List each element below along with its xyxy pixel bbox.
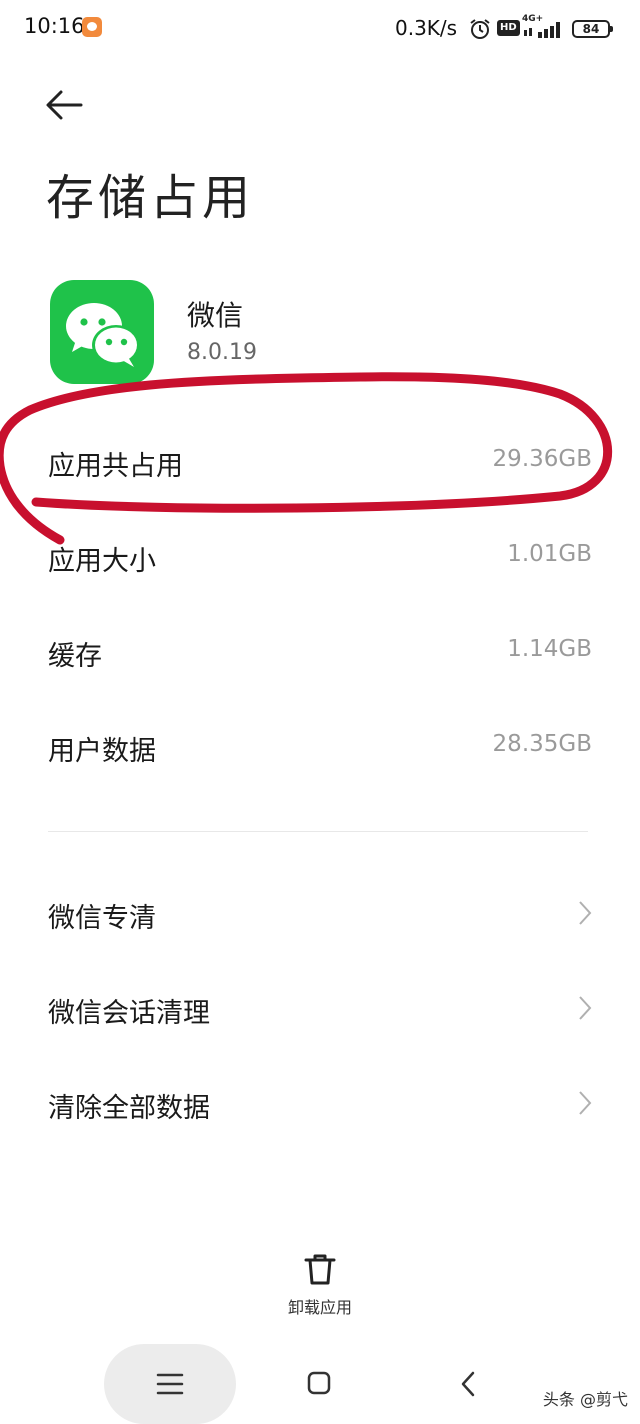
storage-value: 29.36GB xyxy=(492,446,592,472)
action-row-clear-all-data[interactable]: 清除全部数据 xyxy=(0,1068,640,1144)
alarm-icon xyxy=(470,19,490,39)
chevron-right-icon xyxy=(579,901,592,925)
page-title: 存储占用 xyxy=(46,170,255,226)
uninstall-button[interactable]: 卸载应用 xyxy=(270,1252,370,1322)
status-time: 10:16 xyxy=(24,14,85,38)
action-row-wechat-clean[interactable]: 微信专清 xyxy=(0,878,640,954)
action-label: 微信会话清理 xyxy=(48,998,210,1029)
storage-value: 1.01GB xyxy=(507,541,592,567)
action-label: 微信专清 xyxy=(48,903,156,934)
back-arrow-icon[interactable] xyxy=(44,88,84,122)
hd-badge: HD xyxy=(497,20,520,36)
storage-value: 28.35GB xyxy=(492,731,592,757)
chevron-right-icon xyxy=(579,1091,592,1115)
menu-icon[interactable] xyxy=(152,1372,188,1396)
wechat-app-icon xyxy=(50,280,154,384)
network-speed: 0.3K/s xyxy=(395,16,458,40)
storage-value: 1.14GB xyxy=(507,636,592,662)
signal-icon xyxy=(524,22,560,38)
app-name: 微信 xyxy=(187,299,244,332)
section-divider xyxy=(48,831,588,832)
home-square-icon[interactable] xyxy=(306,1370,332,1396)
storage-row-user-data: 用户数据 28.35GB xyxy=(0,711,640,787)
storage-row-app-size: 应用大小 1.01GB xyxy=(0,521,640,597)
storage-row-total: 应用共占用 29.36GB xyxy=(0,426,640,502)
status-bar: 10:16 0.3K/s HD 4G+ 84 xyxy=(0,0,640,58)
action-row-chat-cleanup[interactable]: 微信会话清理 xyxy=(0,973,640,1049)
storage-label: 应用大小 xyxy=(48,546,156,577)
app-version: 8.0.19 xyxy=(187,340,257,365)
uninstall-label: 卸载应用 xyxy=(287,1298,352,1317)
battery-icon: 84 xyxy=(572,20,613,38)
trash-icon xyxy=(304,1254,336,1285)
action-label: 清除全部数据 xyxy=(48,1093,210,1124)
chevron-right-icon xyxy=(579,996,592,1020)
system-nav-bar: 头条 @剪弋 xyxy=(0,1344,640,1424)
storage-label: 应用共占用 xyxy=(48,451,183,482)
battery-level: 84 xyxy=(582,22,600,36)
notification-app-icon xyxy=(82,17,102,37)
storage-row-cache: 缓存 1.14GB xyxy=(0,616,640,692)
storage-label: 缓存 xyxy=(48,641,102,672)
nav-back-icon[interactable] xyxy=(458,1370,478,1398)
storage-label: 用户数据 xyxy=(48,736,156,767)
watermark: 头条 @剪弋 xyxy=(542,1390,628,1409)
